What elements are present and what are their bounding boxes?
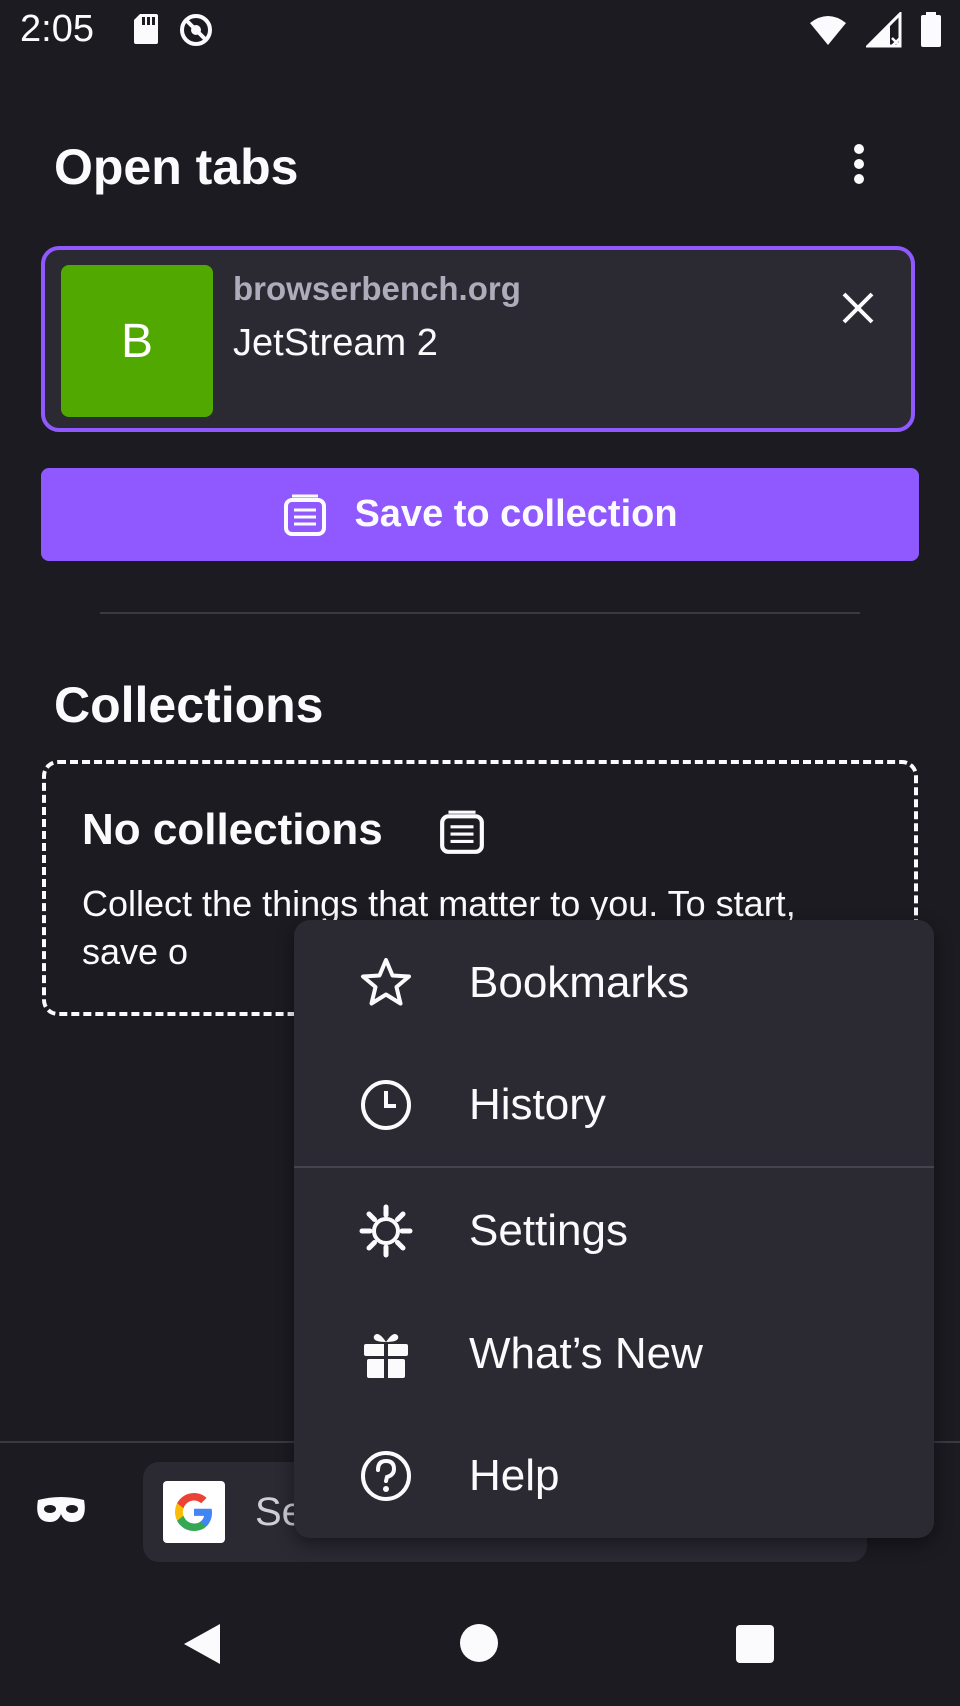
section-divider: [100, 612, 860, 614]
private-mask-icon: [37, 1497, 85, 1522]
nav-recents-button[interactable]: [736, 1625, 774, 1663]
menu-item-label: Help: [469, 1451, 560, 1500]
close-tab-button[interactable]: [834, 284, 882, 332]
main-menu-popup: Bookmarks History Settings What’s New He…: [294, 920, 934, 1538]
menu-item-label: What’s New: [469, 1329, 703, 1378]
help-icon: [358, 1448, 414, 1504]
menu-item-settings[interactable]: Settings: [294, 1171, 934, 1291]
nav-back-button[interactable]: [180, 1622, 222, 1666]
tabs-menu-button[interactable]: [836, 140, 884, 188]
tab-thumbnail: B: [61, 265, 213, 417]
tab-title: JetStream 2: [233, 322, 438, 364]
menu-item-label: Bookmarks: [469, 958, 690, 1007]
more-vertical-icon: [854, 144, 864, 184]
menu-divider: [294, 1166, 934, 1168]
status-time: 2:05: [20, 8, 94, 50]
battery-icon: [921, 12, 941, 47]
menu-item-label: History: [469, 1080, 606, 1129]
star-icon: [358, 955, 414, 1011]
wifi-icon: [810, 16, 846, 45]
status-icons-left: [132, 12, 214, 48]
open-tabs-title: Open tabs: [54, 139, 299, 195]
gift-icon: [358, 1326, 414, 1382]
close-icon: [842, 292, 874, 324]
menu-item-bookmarks[interactable]: Bookmarks: [294, 923, 934, 1043]
status-icons-right: [808, 12, 942, 48]
clock-icon: [358, 1077, 414, 1133]
save-to-collection-label: Save to collection: [354, 493, 678, 535]
nav-home-button[interactable]: [460, 1624, 498, 1662]
menu-item-label: Settings: [469, 1206, 628, 1255]
menu-item-whats-new[interactable]: What’s New: [294, 1294, 934, 1414]
menu-item-history[interactable]: History: [294, 1045, 934, 1165]
collections-title: Collections: [54, 677, 324, 733]
no-disturb-icon: [180, 14, 212, 46]
menu-item-help[interactable]: Help: [294, 1416, 934, 1536]
no-collections-title: No collections: [82, 805, 383, 854]
sd-card-icon: [134, 14, 158, 44]
collection-icon: [440, 810, 484, 854]
google-icon: [163, 1481, 225, 1543]
cell-signal-icon: [866, 12, 902, 48]
collection-icon: [284, 494, 327, 536]
save-to-collection-button[interactable]: Save to collection: [41, 468, 919, 561]
tab-url: browserbench.org: [233, 270, 521, 307]
private-browsing-button[interactable]: [34, 1494, 88, 1533]
gear-icon: [358, 1203, 414, 1259]
